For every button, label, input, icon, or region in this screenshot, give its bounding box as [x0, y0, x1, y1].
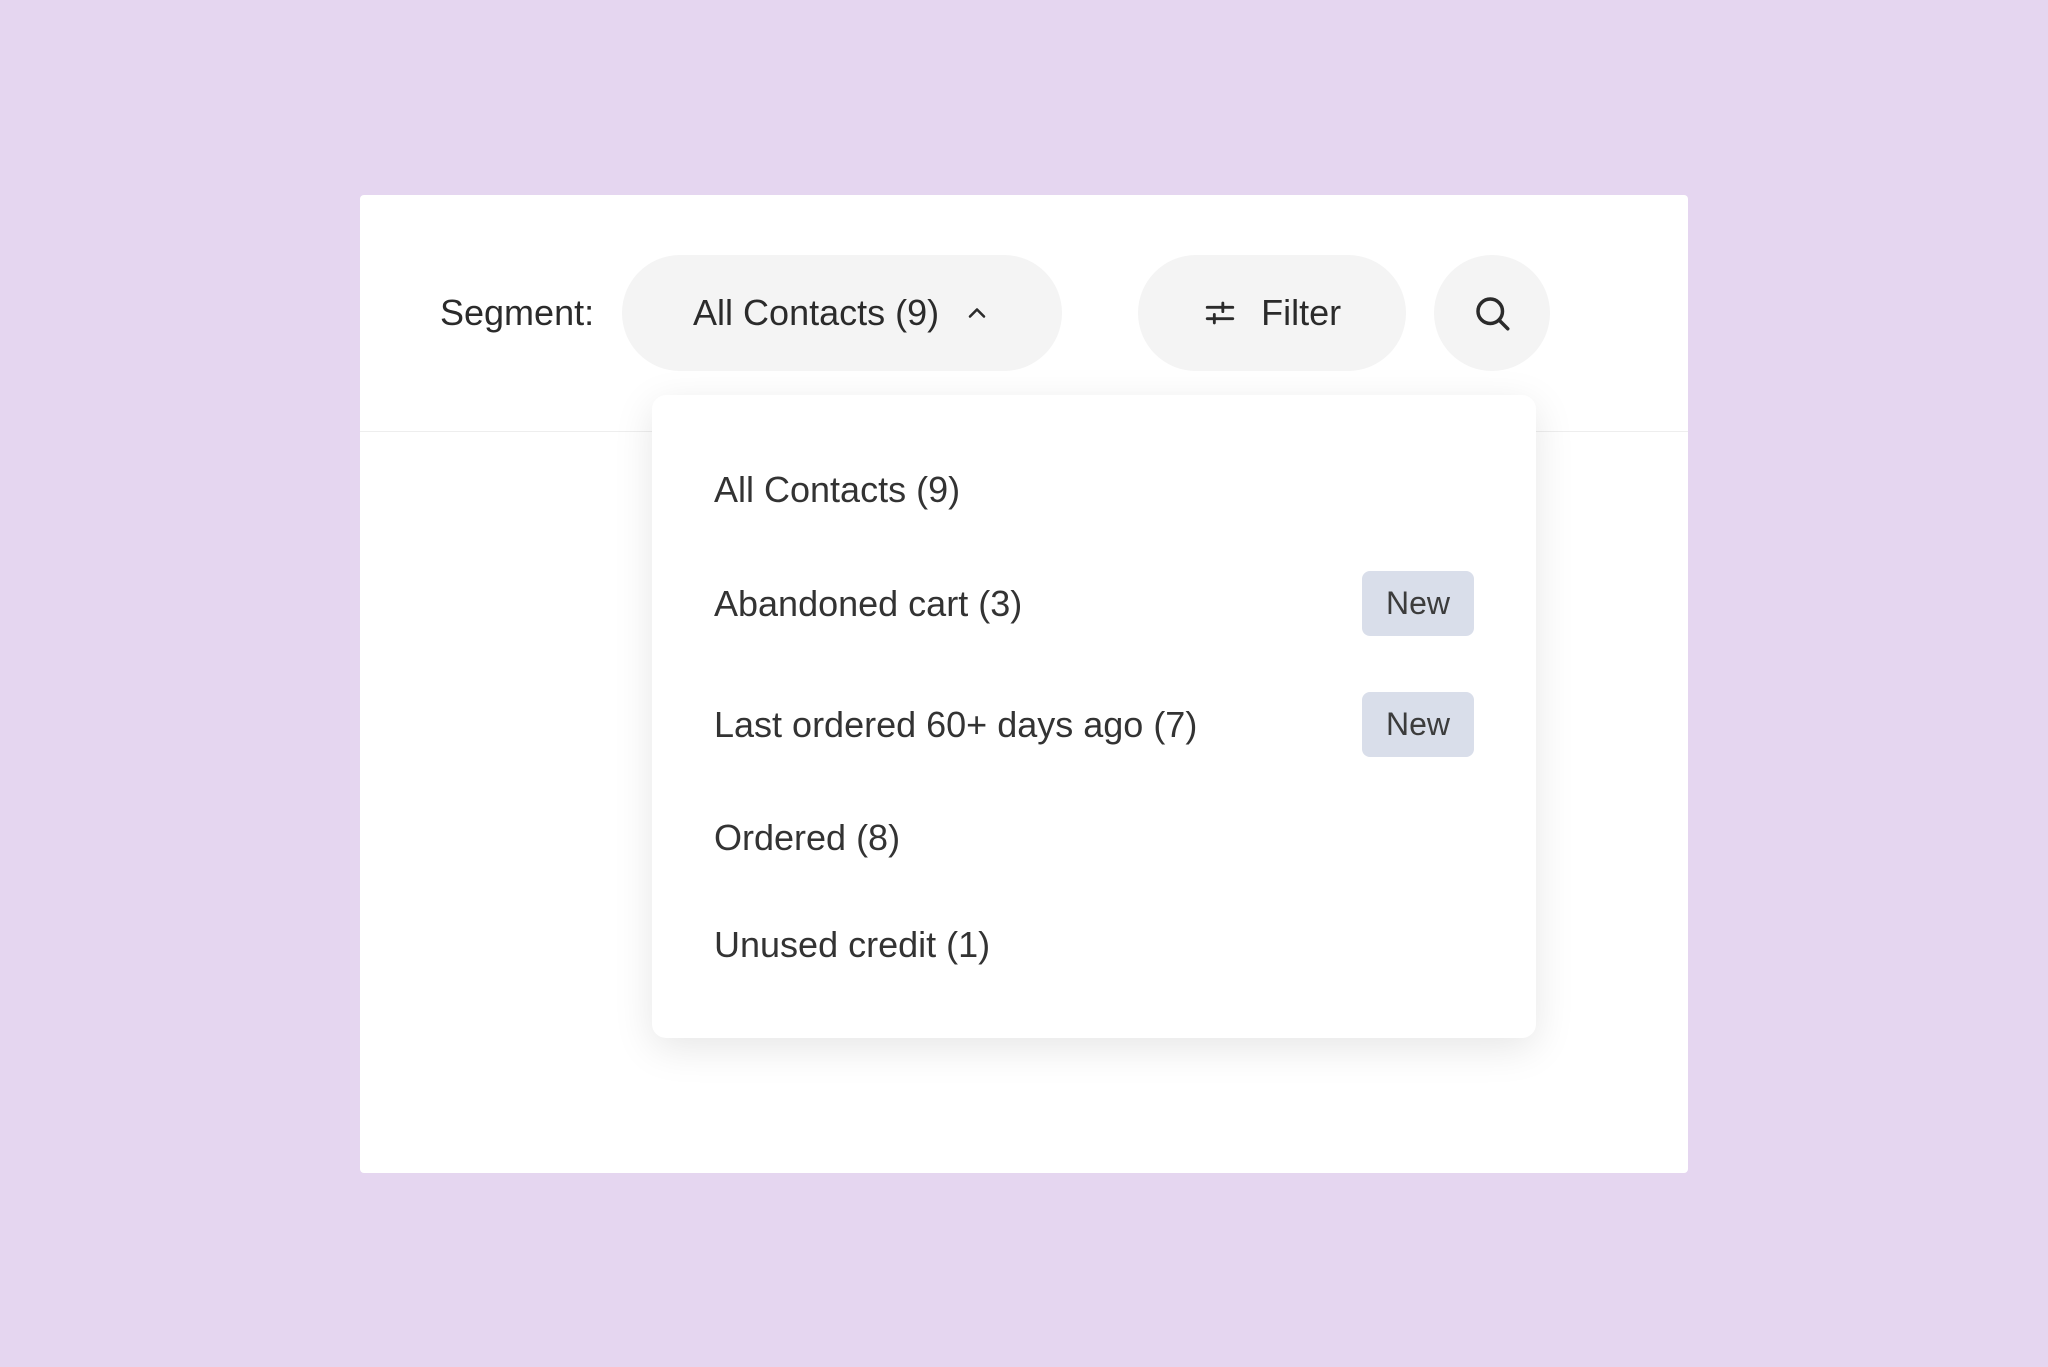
segment-option-label: All Contacts (9) [714, 465, 960, 515]
chevron-up-icon [963, 299, 991, 327]
segment-option-label: Last ordered 60+ days ago (7) [714, 700, 1197, 750]
segment-option-label: Abandoned cart (3) [714, 579, 1022, 629]
segment-option-label: Ordered (8) [714, 813, 900, 863]
sliders-icon [1203, 296, 1237, 330]
search-button[interactable] [1434, 255, 1550, 371]
segment-option-abandoned-cart[interactable]: Abandoned cart (3) New [652, 543, 1536, 664]
segment-option-unused-credit[interactable]: Unused credit (1) [652, 892, 1536, 998]
new-badge: New [1362, 692, 1474, 757]
segment-option-ordered[interactable]: Ordered (8) [652, 785, 1536, 891]
panel-card: Segment: All Contacts (9) Filter [360, 195, 1688, 1173]
segment-dropdown-menu: All Contacts (9) Abandoned cart (3) New … [652, 395, 1536, 1038]
segment-selected-text: All Contacts (9) [693, 292, 939, 334]
segment-label: Segment: [440, 292, 594, 334]
new-badge: New [1362, 571, 1474, 636]
filter-button[interactable]: Filter [1138, 255, 1406, 371]
segment-dropdown-trigger[interactable]: All Contacts (9) [622, 255, 1062, 371]
search-icon [1471, 292, 1513, 334]
segment-option-last-ordered[interactable]: Last ordered 60+ days ago (7) New [652, 664, 1536, 785]
segment-option-label: Unused credit (1) [714, 920, 990, 970]
segment-option-all-contacts[interactable]: All Contacts (9) [652, 437, 1536, 543]
filter-button-label: Filter [1261, 292, 1341, 334]
